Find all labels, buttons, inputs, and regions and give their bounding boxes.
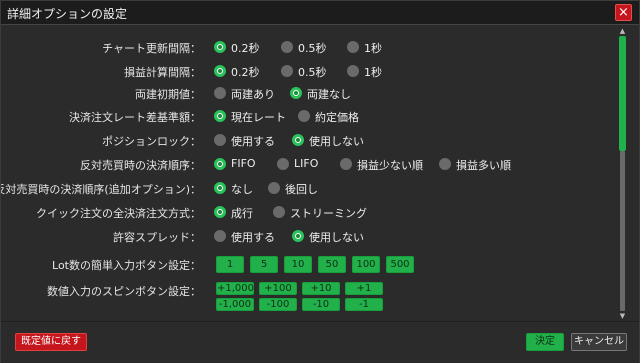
radio-label: 0.2秒: [231, 66, 260, 79]
radio-button[interactable]: [214, 182, 226, 194]
setting-label: 数値入力のスピンボタン設定：: [47, 285, 201, 298]
dialog-footer: 既定値に戻す 決定 キャンセル: [1, 321, 639, 363]
lot-button-10[interactable]: 10: [284, 256, 312, 273]
spin-minus-10-button[interactable]: -10: [302, 298, 340, 311]
setting-label: 反対売買時の決済順序(追加オプション)：: [1, 183, 201, 196]
spin-plus-100-button[interactable]: +100: [259, 282, 297, 295]
scrollbar-thumb[interactable]: [619, 36, 626, 151]
cancel-button[interactable]: キャンセル: [571, 333, 627, 351]
scrollbar-lower[interactable]: [620, 151, 625, 311]
scroll-up-icon[interactable]: ▲: [617, 27, 628, 35]
setting-row-quick-order-settle: クイック注文の全決済注文方式： 成行 ストリーミング: [1, 202, 613, 222]
setting-label: 決済注文レート差基準額：: [69, 111, 201, 124]
close-button[interactable]: ×: [615, 4, 632, 21]
radio-label: 0.5秒: [298, 42, 327, 55]
radio-button[interactable]: [214, 158, 226, 170]
radio-button[interactable]: [290, 87, 302, 99]
radio-label: 1秒: [364, 66, 382, 79]
dialog-title: 詳細オプションの設定: [7, 7, 128, 21]
setting-label: Lot数の簡単入力ボタン設定：: [52, 259, 201, 272]
setting-label: 両建初期値：: [135, 88, 201, 101]
setting-row-chart-update: チャート更新間隔： 0.2秒 0.5秒 1秒: [1, 37, 613, 57]
setting-label: クイック注文の全決済注文方式：: [36, 207, 201, 220]
setting-row-settle-order-extra: 反対売買時の決済順序(追加オプション)： なし 後回し: [1, 178, 613, 198]
radio-button[interactable]: [277, 158, 289, 170]
radio-label: 損益少ない順: [357, 159, 423, 172]
spin-plus-1-button[interactable]: +1: [345, 282, 383, 295]
radio-label: ストリーミング: [290, 207, 367, 220]
radio-label: 使用しない: [309, 231, 364, 244]
radio-button[interactable]: [439, 158, 451, 170]
radio-button[interactable]: [340, 158, 352, 170]
radio-label: 使用する: [231, 231, 275, 244]
radio-button[interactable]: [214, 110, 226, 122]
radio-button[interactable]: [268, 182, 280, 194]
setting-label: 反対売買時の決済順序：: [80, 159, 201, 172]
radio-button[interactable]: [214, 206, 226, 218]
radio-label: 両建あり: [231, 88, 275, 101]
setting-row-spin-buttons: 数値入力のスピンボタン設定： +1,000 +100 +10 +1 -1,000…: [1, 280, 613, 314]
radio-label: FIFO: [231, 157, 256, 170]
radio-button[interactable]: [347, 41, 359, 53]
radio-button[interactable]: [273, 206, 285, 218]
radio-button[interactable]: [281, 41, 293, 53]
radio-button[interactable]: [214, 65, 226, 77]
ok-button[interactable]: 決定: [526, 333, 564, 351]
radio-label: 両建なし: [307, 88, 351, 101]
radio-label: 1秒: [364, 42, 382, 55]
radio-label: 使用しない: [309, 135, 364, 148]
setting-row-lot-buttons: Lot数の簡単入力ボタン設定： 1 5 10 50 100 500: [1, 253, 613, 275]
radio-button[interactable]: [214, 87, 226, 99]
setting-label: 損益計算間隔：: [124, 66, 201, 79]
radio-button[interactable]: [214, 134, 226, 146]
spin-minus-1000-button[interactable]: -1,000: [216, 298, 254, 311]
setting-row-pl-calc: 損益計算間隔： 0.2秒 0.5秒 1秒: [1, 61, 613, 81]
radio-label: LIFO: [294, 157, 319, 170]
scroll-down-icon[interactable]: ▼: [617, 312, 628, 320]
lot-button-5[interactable]: 5: [250, 256, 278, 273]
radio-button[interactable]: [292, 134, 304, 146]
radio-label: 使用する: [231, 135, 275, 148]
radio-label: 後回し: [285, 183, 318, 196]
spin-plus-10-button[interactable]: +10: [302, 282, 340, 295]
reset-defaults-button[interactable]: 既定値に戻す: [15, 333, 87, 351]
radio-label: 0.2秒: [231, 42, 260, 55]
radio-label: 損益多い順: [456, 159, 511, 172]
lot-button-500[interactable]: 500: [386, 256, 414, 273]
radio-label: 成行: [231, 207, 253, 220]
radio-label: 約定価格: [315, 111, 359, 124]
radio-button[interactable]: [347, 65, 359, 77]
radio-button[interactable]: [281, 65, 293, 77]
setting-label: ポジションロック：: [102, 135, 201, 148]
setting-row-hedge-default: 両建初期値： 両建あり 両建なし: [1, 83, 613, 103]
spin-plus-1000-button[interactable]: +1,000: [216, 282, 254, 295]
lot-button-100[interactable]: 100: [352, 256, 380, 273]
radio-label: 現在レート: [231, 111, 286, 124]
title-bar: 詳細オプションの設定 ×: [1, 1, 639, 25]
settings-dialog: 詳細オプションの設定 × チャート更新間隔： 0.2秒 0.5秒 1秒 損益計算…: [0, 0, 640, 363]
settings-content: チャート更新間隔： 0.2秒 0.5秒 1秒 損益計算間隔： 0.2秒 0.5秒…: [1, 26, 639, 319]
lot-button-50[interactable]: 50: [318, 256, 346, 273]
close-icon: ×: [618, 5, 629, 20]
setting-row-spread: 許容スプレッド： 使用する 使用しない: [1, 226, 613, 246]
spin-minus-100-button[interactable]: -100: [259, 298, 297, 311]
radio-label: 0.5秒: [298, 66, 327, 79]
radio-label: なし: [231, 183, 253, 196]
radio-button[interactable]: [214, 41, 226, 53]
setting-row-position-lock: ポジションロック： 使用する 使用しない: [1, 130, 613, 150]
spin-minus-1-button[interactable]: -1: [345, 298, 383, 311]
radio-button[interactable]: [292, 230, 304, 242]
lot-button-1[interactable]: 1: [216, 256, 244, 273]
radio-button[interactable]: [298, 110, 310, 122]
setting-row-settle-order: 反対売買時の決済順序： FIFO LIFO 損益少ない順 損益多い順: [1, 154, 613, 174]
setting-label: 許容スプレッド：: [113, 231, 201, 244]
setting-label: チャート更新間隔：: [102, 42, 201, 55]
setting-row-settle-rate-base: 決済注文レート差基準額： 現在レート 約定価格: [1, 106, 613, 126]
radio-button[interactable]: [214, 230, 226, 242]
